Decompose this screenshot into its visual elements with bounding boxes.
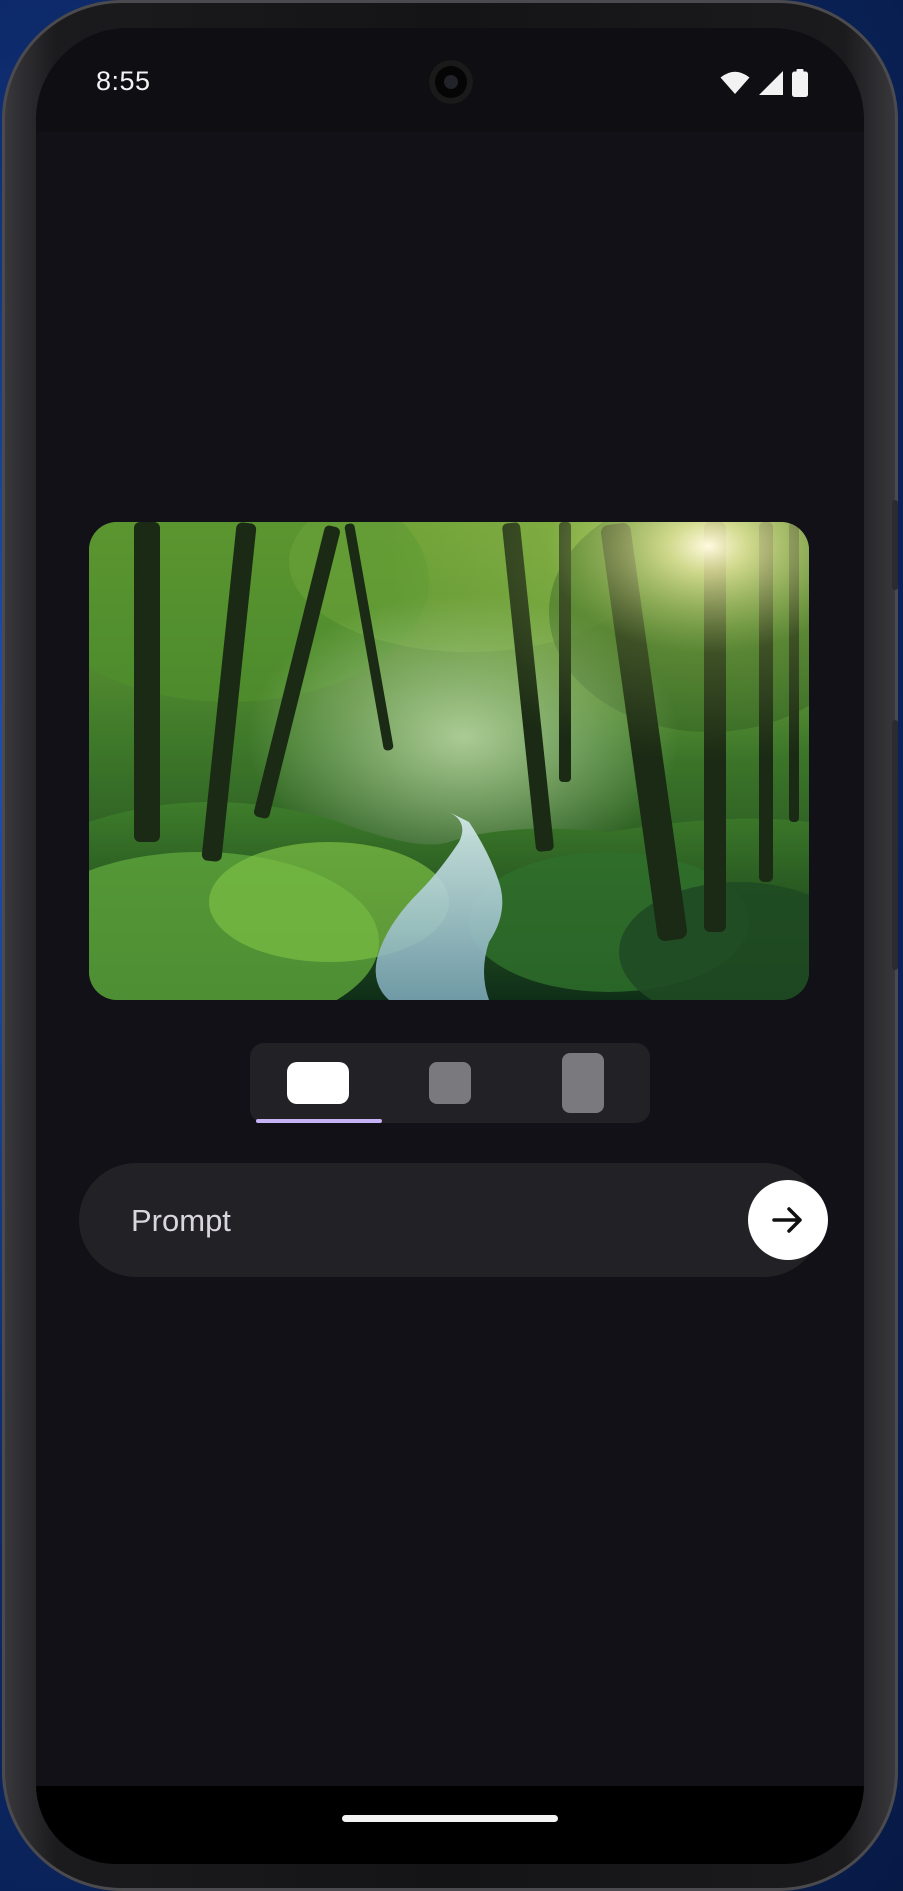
generated-image: [89, 522, 809, 1000]
aspect-option-square[interactable]: [385, 1043, 515, 1123]
home-indicator[interactable]: [342, 1815, 558, 1822]
front-camera: [429, 60, 473, 104]
status-time: 8:55: [96, 66, 151, 96]
aspect-option-landscape[interactable]: [253, 1043, 383, 1123]
status-bar: 8:55: [36, 28, 864, 132]
selected-aspect-indicator: [256, 1119, 382, 1123]
aspect-option-portrait[interactable]: [518, 1043, 648, 1123]
status-icons: [720, 68, 808, 98]
arrow-right-icon: [772, 1207, 802, 1233]
square-aspect-icon: [429, 1062, 471, 1104]
aspect-ratio-selector: [250, 1043, 650, 1123]
battery-icon: [792, 69, 808, 97]
volume-button: [892, 500, 898, 590]
send-button[interactable]: [748, 1180, 828, 1260]
landscape-aspect-icon: [287, 1062, 349, 1104]
phone-frame: 8:55: [2, 0, 898, 1891]
prompt-box: [79, 1163, 828, 1277]
forest-stream-image: [89, 522, 809, 1000]
cellular-signal-icon: [759, 71, 783, 95]
prompt-input[interactable]: [129, 1195, 673, 1247]
wifi-icon: [720, 71, 750, 94]
power-button: [892, 720, 898, 970]
portrait-aspect-icon: [562, 1053, 604, 1113]
navigation-bar: [36, 1786, 864, 1864]
app-screen: 8:55: [36, 28, 864, 1864]
